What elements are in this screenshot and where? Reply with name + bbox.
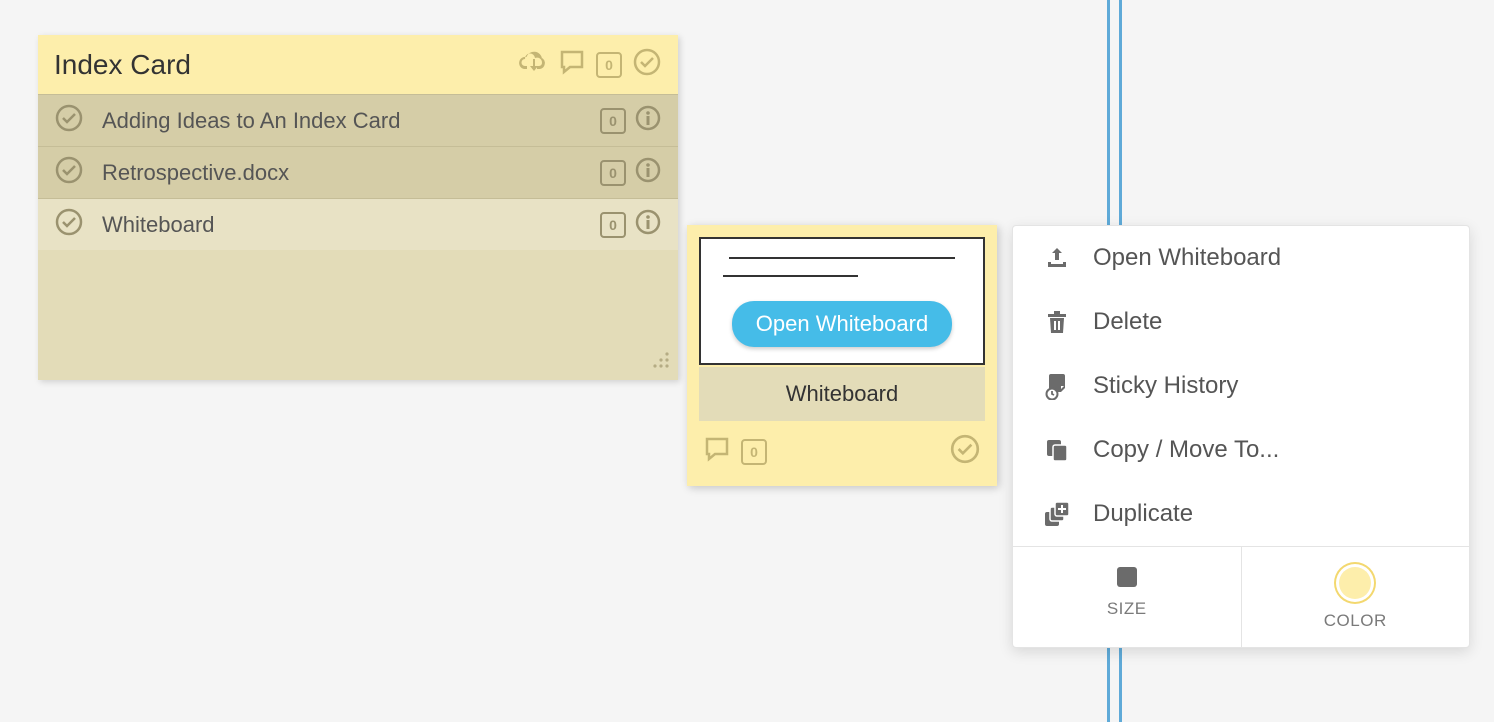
count-badge[interactable]: 0: [741, 439, 767, 465]
size-icon: [1117, 567, 1137, 587]
menu-label: Duplicate: [1093, 500, 1193, 528]
count-badge[interactable]: 0: [600, 212, 626, 238]
index-card[interactable]: Index Card 0 Adding Ideas to An Index Ca…: [38, 35, 678, 380]
header-icons: 0: [518, 47, 662, 82]
sketch-line: [723, 275, 858, 277]
menu-item-copy-move[interactable]: Copy / Move To...: [1013, 418, 1469, 482]
duplicate-icon: [1043, 500, 1071, 528]
count-badge[interactable]: 0: [596, 52, 622, 78]
open-whiteboard-button[interactable]: Open Whiteboard: [732, 301, 952, 347]
check-circle-icon[interactable]: [54, 103, 84, 138]
size-label: SIZE: [1107, 599, 1147, 619]
index-card-header: Index Card 0: [38, 35, 678, 94]
info-icon[interactable]: [634, 208, 662, 241]
info-icon[interactable]: [634, 156, 662, 189]
menu-label: Copy / Move To...: [1093, 436, 1279, 464]
card-row[interactable]: Adding Ideas to An Index Card 0: [38, 94, 678, 146]
cloud-download-icon[interactable]: [518, 49, 548, 80]
size-option[interactable]: SIZE: [1013, 547, 1241, 647]
check-circle-icon[interactable]: [54, 155, 84, 190]
history-icon: [1043, 372, 1071, 400]
index-card-title[interactable]: Index Card: [54, 49, 518, 81]
comment-icon[interactable]: [703, 435, 731, 468]
count-badge[interactable]: 0: [600, 160, 626, 186]
menu-label: Delete: [1093, 308, 1162, 336]
sticky-note[interactable]: Open Whiteboard Whiteboard 0: [687, 225, 997, 486]
card-row-label: Adding Ideas to An Index Card: [96, 108, 588, 134]
card-rows: Adding Ideas to An Index Card 0 Retrospe…: [38, 94, 678, 250]
card-row-label: Retrospective.docx: [96, 160, 588, 186]
upload-icon: [1043, 244, 1071, 272]
sketch-line: [729, 257, 955, 259]
menu-footer: SIZE COLOR: [1013, 546, 1469, 647]
sticky-caption: Whiteboard: [699, 367, 985, 421]
menu-item-delete[interactable]: Delete: [1013, 290, 1469, 354]
card-row-label: Whiteboard: [96, 212, 588, 238]
card-row[interactable]: Whiteboard 0: [38, 198, 678, 250]
card-footer: [38, 250, 678, 380]
copy-icon: [1043, 436, 1071, 464]
context-menu: Open Whiteboard Delete Sticky History Co…: [1012, 225, 1470, 648]
count-badge[interactable]: 0: [600, 108, 626, 134]
sticky-footer: 0: [699, 421, 985, 474]
whiteboard-preview: Open Whiteboard: [699, 237, 985, 365]
color-label: COLOR: [1324, 611, 1387, 631]
check-circle-icon[interactable]: [54, 207, 84, 242]
trash-icon: [1043, 308, 1071, 336]
menu-label: Open Whiteboard: [1093, 244, 1281, 272]
menu-item-open-whiteboard[interactable]: Open Whiteboard: [1013, 226, 1469, 290]
check-circle-icon[interactable]: [949, 433, 981, 470]
comment-icon[interactable]: [558, 48, 586, 81]
menu-item-duplicate[interactable]: Duplicate: [1013, 482, 1469, 546]
menu-item-sticky-history[interactable]: Sticky History: [1013, 354, 1469, 418]
check-circle-icon[interactable]: [632, 47, 662, 82]
info-icon[interactable]: [634, 104, 662, 137]
menu-label: Sticky History: [1093, 372, 1238, 400]
color-option[interactable]: COLOR: [1241, 547, 1470, 647]
color-swatch-icon: [1339, 567, 1371, 599]
card-row[interactable]: Retrospective.docx 0: [38, 146, 678, 198]
resize-handle-icon[interactable]: [652, 351, 670, 374]
